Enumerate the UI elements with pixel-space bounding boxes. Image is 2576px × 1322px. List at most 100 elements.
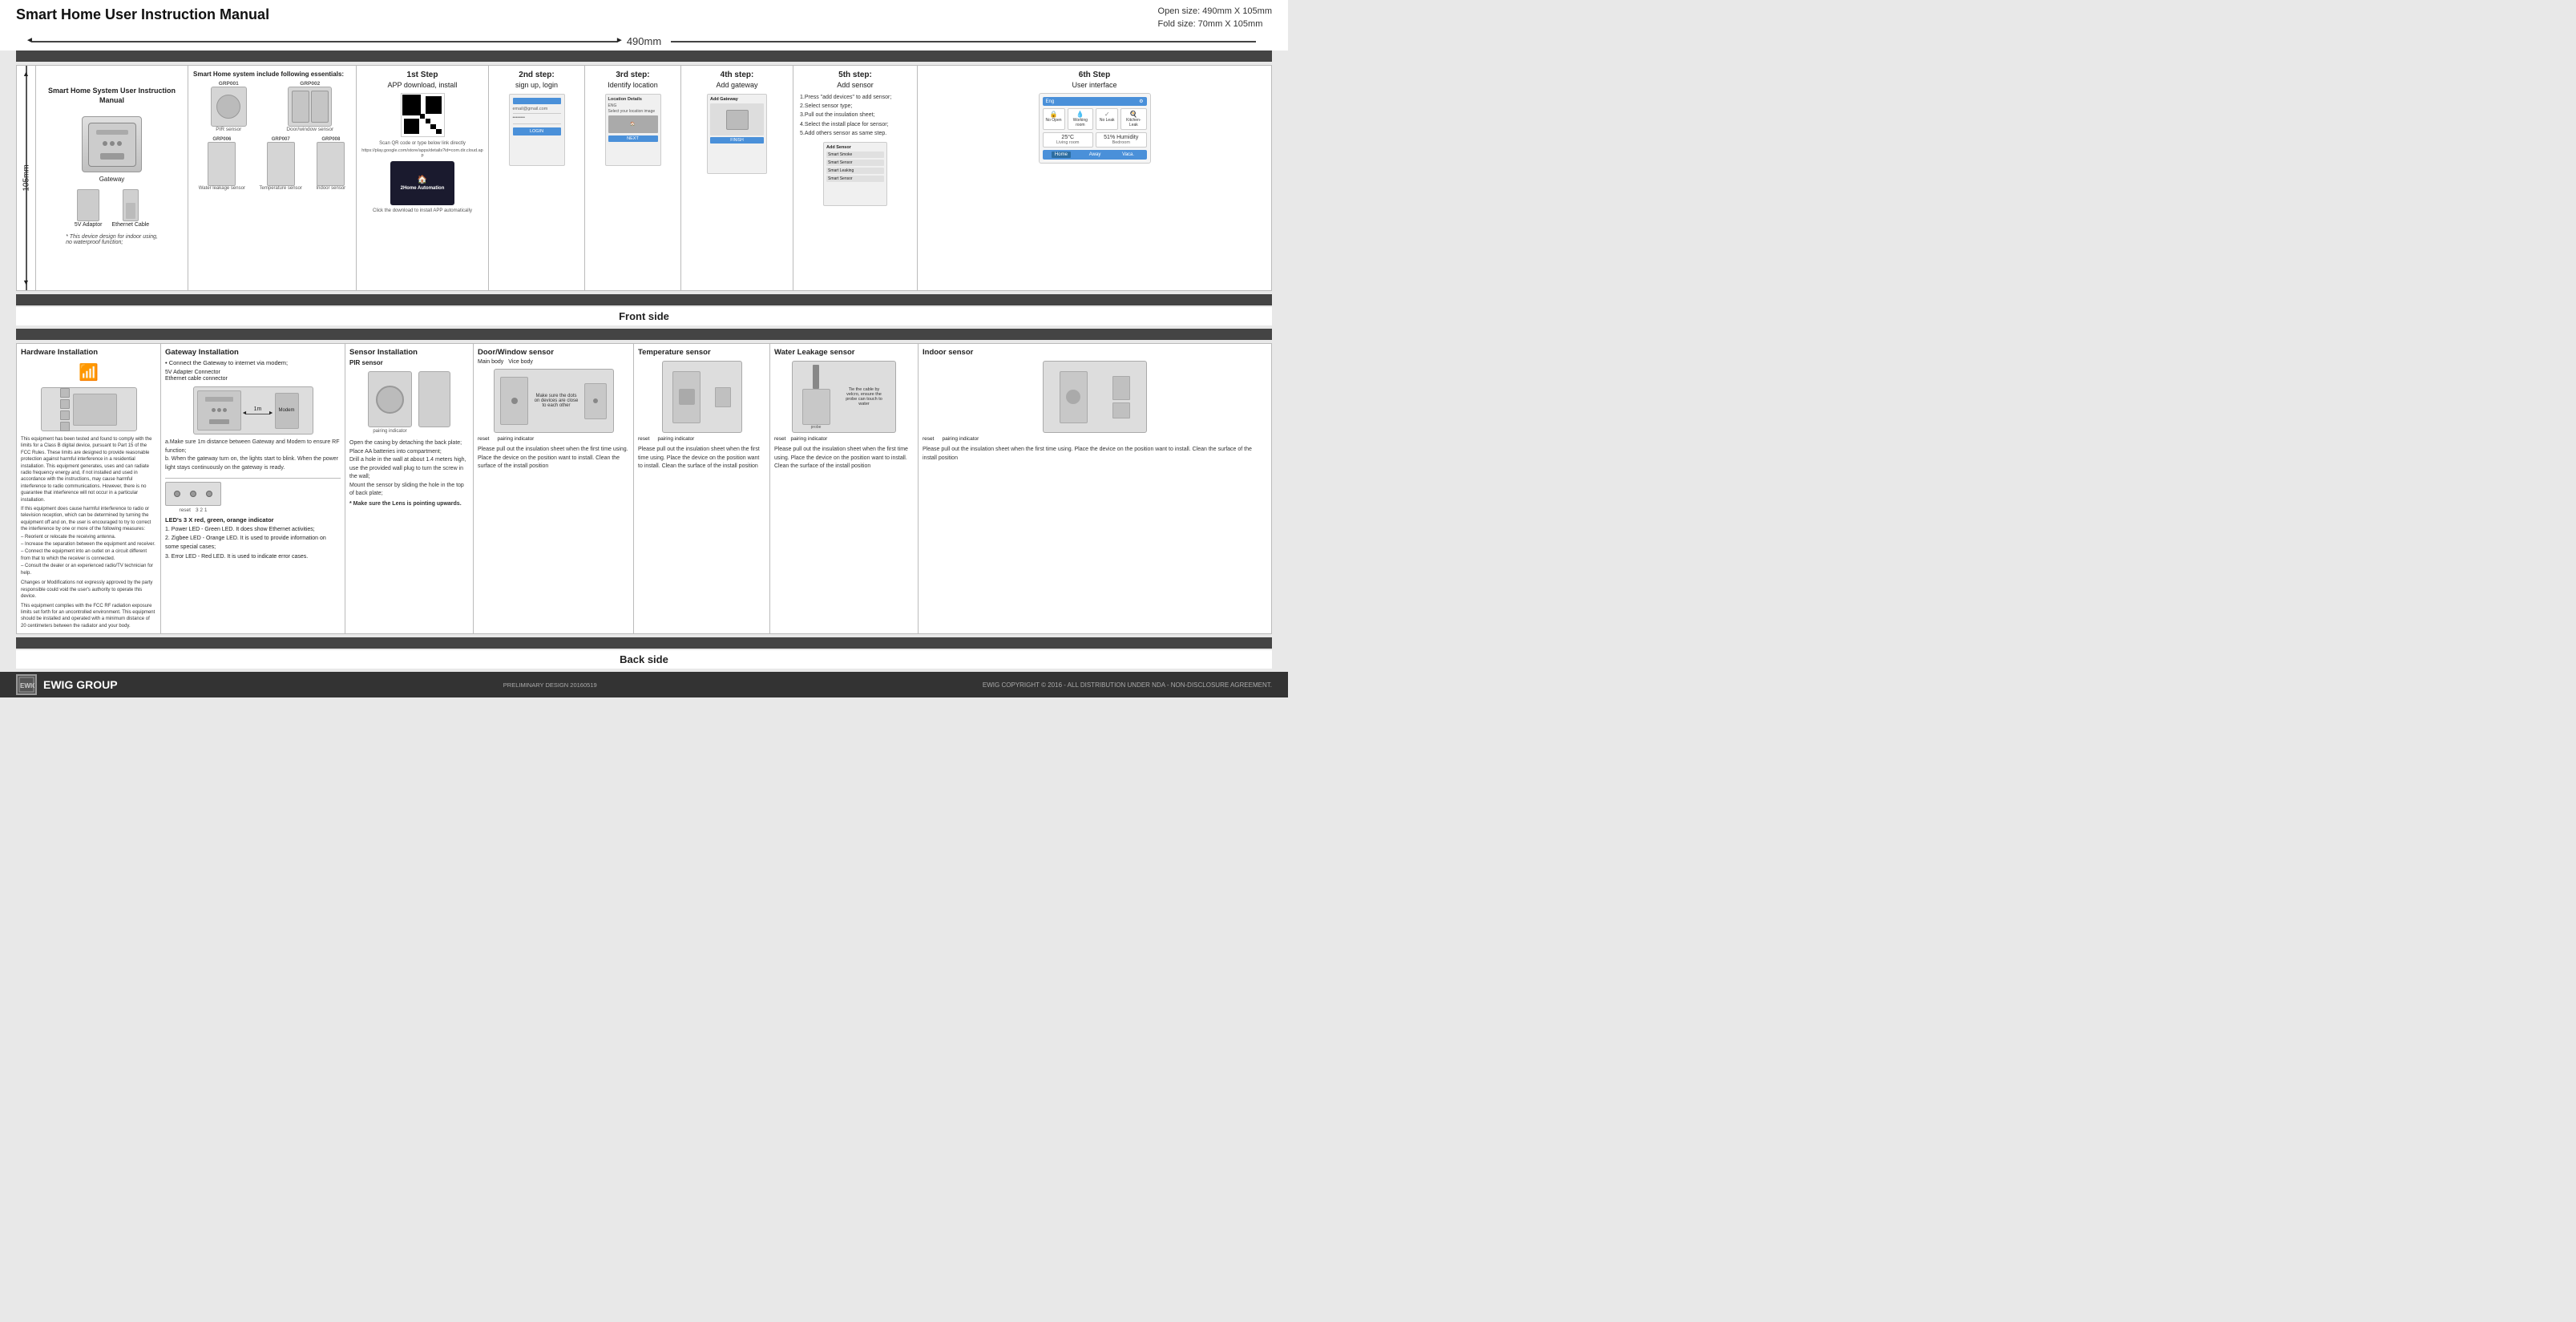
footer-preliminary: PRELIMINARY DESIGN 20160519 bbox=[503, 681, 597, 689]
step5-number: 5th step: bbox=[798, 71, 912, 79]
gw-reset-label: reset bbox=[180, 507, 191, 513]
ui-no-leak: No Leak bbox=[1099, 118, 1115, 123]
back-section-label: Back side bbox=[16, 650, 1272, 669]
header: Smart Home User Instruction Manual Open … bbox=[0, 0, 1288, 32]
hardware-column: Hardware Installation 📶 This equipment h… bbox=[17, 344, 161, 633]
step3-column: 3rd step: Identify location Location Det… bbox=[585, 66, 681, 290]
water-reset-label: reset bbox=[774, 436, 785, 442]
back-top-dark-bar bbox=[16, 329, 1272, 340]
pir-open-note: Open the casing by detaching the back pl… bbox=[349, 439, 469, 499]
ewig-logo: EWIG bbox=[16, 674, 37, 695]
step2-number: 2nd step: bbox=[519, 71, 554, 79]
step4-number: 4th step: bbox=[686, 71, 788, 79]
door-labels: Main body Vice body bbox=[478, 359, 629, 365]
gateway-label: Gateway bbox=[99, 176, 125, 183]
indoor-sensor-column: Indoor sensor reset pairing indicator Pl… bbox=[919, 344, 1271, 633]
back-bottom-dark-bar bbox=[16, 637, 1272, 649]
gw-ethernet-label: Ethernet cable connector bbox=[165, 376, 341, 382]
temp-sensor-column: Temperature sensor reset pairing indicat… bbox=[634, 344, 770, 633]
step6-number: 6th Step bbox=[1079, 71, 1110, 79]
hardware-fcc-text: This equipment has been tested and found… bbox=[21, 436, 156, 503]
ui-humidity: 51% Humidity bbox=[1100, 135, 1143, 140]
temp-labels: reset pairing indicator bbox=[638, 436, 765, 442]
water-install-note: Please pull out the insulation sheet whe… bbox=[774, 446, 914, 471]
grp002-code: GRP002 bbox=[300, 81, 320, 87]
step1-app-screen: 🏠 2Home Automation bbox=[390, 161, 454, 205]
gateway-column: Smart Home System User Instruction Manua… bbox=[36, 66, 188, 290]
step1-number: 1st Step bbox=[407, 71, 438, 79]
ui-away-tab[interactable]: Away bbox=[1086, 152, 1104, 158]
ui-no-open: No Open bbox=[1046, 118, 1062, 123]
indoor-reset-label: reset bbox=[923, 436, 934, 442]
footer-brand: EWIG EWIG GROUP bbox=[16, 674, 118, 695]
water-labels: reset pairing indicator bbox=[774, 436, 914, 442]
door-pairing-label: pairing indicator bbox=[497, 436, 534, 442]
gateway-note: * This device design for indoor using, n… bbox=[66, 234, 158, 245]
gw-led-items: 1. Power LED - Green LED. It does show E… bbox=[165, 525, 341, 561]
temp-reset-label: reset bbox=[638, 436, 649, 442]
step1-title: APP download, install bbox=[388, 81, 458, 89]
gw-diagram: 1m ◄ ► Modem bbox=[193, 386, 313, 435]
gateway-col-title: Smart Home System User Instruction Manua… bbox=[41, 87, 183, 105]
water-pairing-label: pairing indicator bbox=[790, 436, 827, 442]
measurement-label: 490mm bbox=[617, 35, 671, 47]
door-reset-label: reset bbox=[478, 436, 489, 442]
door-diagram: Make sure the dots on devices are close … bbox=[494, 369, 614, 433]
ui-home-tab[interactable]: Home bbox=[1052, 152, 1071, 158]
indoor-pairing-label: pairing indicator bbox=[942, 436, 979, 442]
ui-kitchen: Kitchen- Leak bbox=[1124, 118, 1143, 127]
grp006-name: Water leakage sensor bbox=[199, 186, 245, 191]
step6-column: 6th Step User interface Eng ⚙ 🔒 No Open bbox=[918, 66, 1271, 290]
water-tie-note: Tie the cable by velcro, ensure the prob… bbox=[842, 387, 886, 406]
front-content: Smart Home System User Instruction Manua… bbox=[36, 66, 1271, 290]
ui-vaca-tab[interactable]: Vaca. bbox=[1119, 152, 1137, 158]
hardware-title: Hardware Installation bbox=[21, 348, 156, 357]
step1-scan-text: Scan QR code or type below link directly bbox=[379, 140, 466, 147]
hardware-fcc-note2: This equipment complies with the FCC RF … bbox=[21, 603, 156, 630]
step5-title: Add sensor bbox=[798, 81, 912, 89]
door-sensor-title: Door/Window sensor bbox=[478, 348, 629, 357]
hardware-diagram bbox=[41, 387, 137, 431]
measurement-bar: ◄ ► 490mm bbox=[0, 32, 1288, 51]
gw-connect-bullet: • Connect the Gateway to internet via mo… bbox=[165, 359, 341, 366]
gw-install-title: Gateway Installation bbox=[165, 348, 341, 357]
ui-working-room: Working room bbox=[1071, 118, 1091, 127]
gateway-image bbox=[82, 116, 142, 172]
water-sensor-column: Water Leakage sensor probe Tie the cable… bbox=[770, 344, 919, 633]
gateway-install-column: Gateway Installation • Connect the Gatew… bbox=[161, 344, 345, 633]
grp001-code: GRP001 bbox=[219, 81, 239, 87]
pir-diagram: pairing indicator bbox=[349, 371, 469, 434]
bottom-dark-bar bbox=[16, 294, 1272, 305]
ui-living-room: Living room bbox=[1047, 140, 1090, 145]
footer: EWIG EWIG GROUP PRELIMINARY DESIGN 20160… bbox=[0, 672, 1288, 697]
step1-download-text: Click the download to install APP automa… bbox=[373, 208, 472, 213]
temp-install-note: Please pull out the insulation sheet whe… bbox=[638, 446, 765, 471]
gw-instructions: a.Make sure 1m distance between Gateway … bbox=[165, 439, 341, 472]
sensor-install-sub: PIR sensor bbox=[349, 359, 469, 366]
back-section: Hardware Installation 📶 This equipment h… bbox=[16, 343, 1272, 634]
gw-nums: 3 2 1 bbox=[196, 507, 207, 513]
step4-title: Add gateway bbox=[686, 81, 788, 89]
step5-column: 5th step: Add sensor 1.Press "add device… bbox=[793, 66, 918, 290]
system-includes: Smart Home system include following esse… bbox=[193, 71, 351, 78]
cable-label: Ethernet Cable bbox=[111, 222, 149, 228]
pir-pairing-label: pairing indicator bbox=[373, 429, 406, 434]
main-body-label: Main body bbox=[478, 359, 503, 365]
step5-instructions: 1.Press "add devices" to add sensor; 2.S… bbox=[798, 91, 912, 139]
gw-led-title: LED's 3 X red, green, orange indicator bbox=[165, 516, 341, 524]
ui-temp: 25°C bbox=[1047, 135, 1090, 140]
water-sensor-title: Water Leakage sensor bbox=[774, 348, 914, 357]
step2-title: sign up, login bbox=[515, 81, 558, 89]
pir-lens-note: * Make sure the Lens is pointing upwards… bbox=[349, 501, 469, 507]
step4-column: 4th step: Add gateway Add Gateway FINISH bbox=[681, 66, 793, 290]
indoor-labels: reset pairing indicator bbox=[923, 436, 1267, 442]
step2-column: 2nd step: sign up, login email@gmail.com… bbox=[489, 66, 585, 290]
hardware-fcc-text2: If this equipment does cause harmful int… bbox=[21, 506, 156, 533]
door-sensor-column: Door/Window sensor Main body Vice body M… bbox=[474, 344, 634, 633]
devices-column: Smart Home system include following esse… bbox=[188, 66, 357, 290]
step6-title: User interface bbox=[1072, 81, 1116, 89]
door-labels-bottom: reset pairing indicator bbox=[478, 436, 629, 442]
gw-reset-section: reset 3 2 1 bbox=[165, 482, 341, 513]
adaptor-label: 5V Adaptor bbox=[75, 222, 103, 228]
vertical-dimension-label: ▲ 105mm ▼ bbox=[17, 66, 36, 290]
